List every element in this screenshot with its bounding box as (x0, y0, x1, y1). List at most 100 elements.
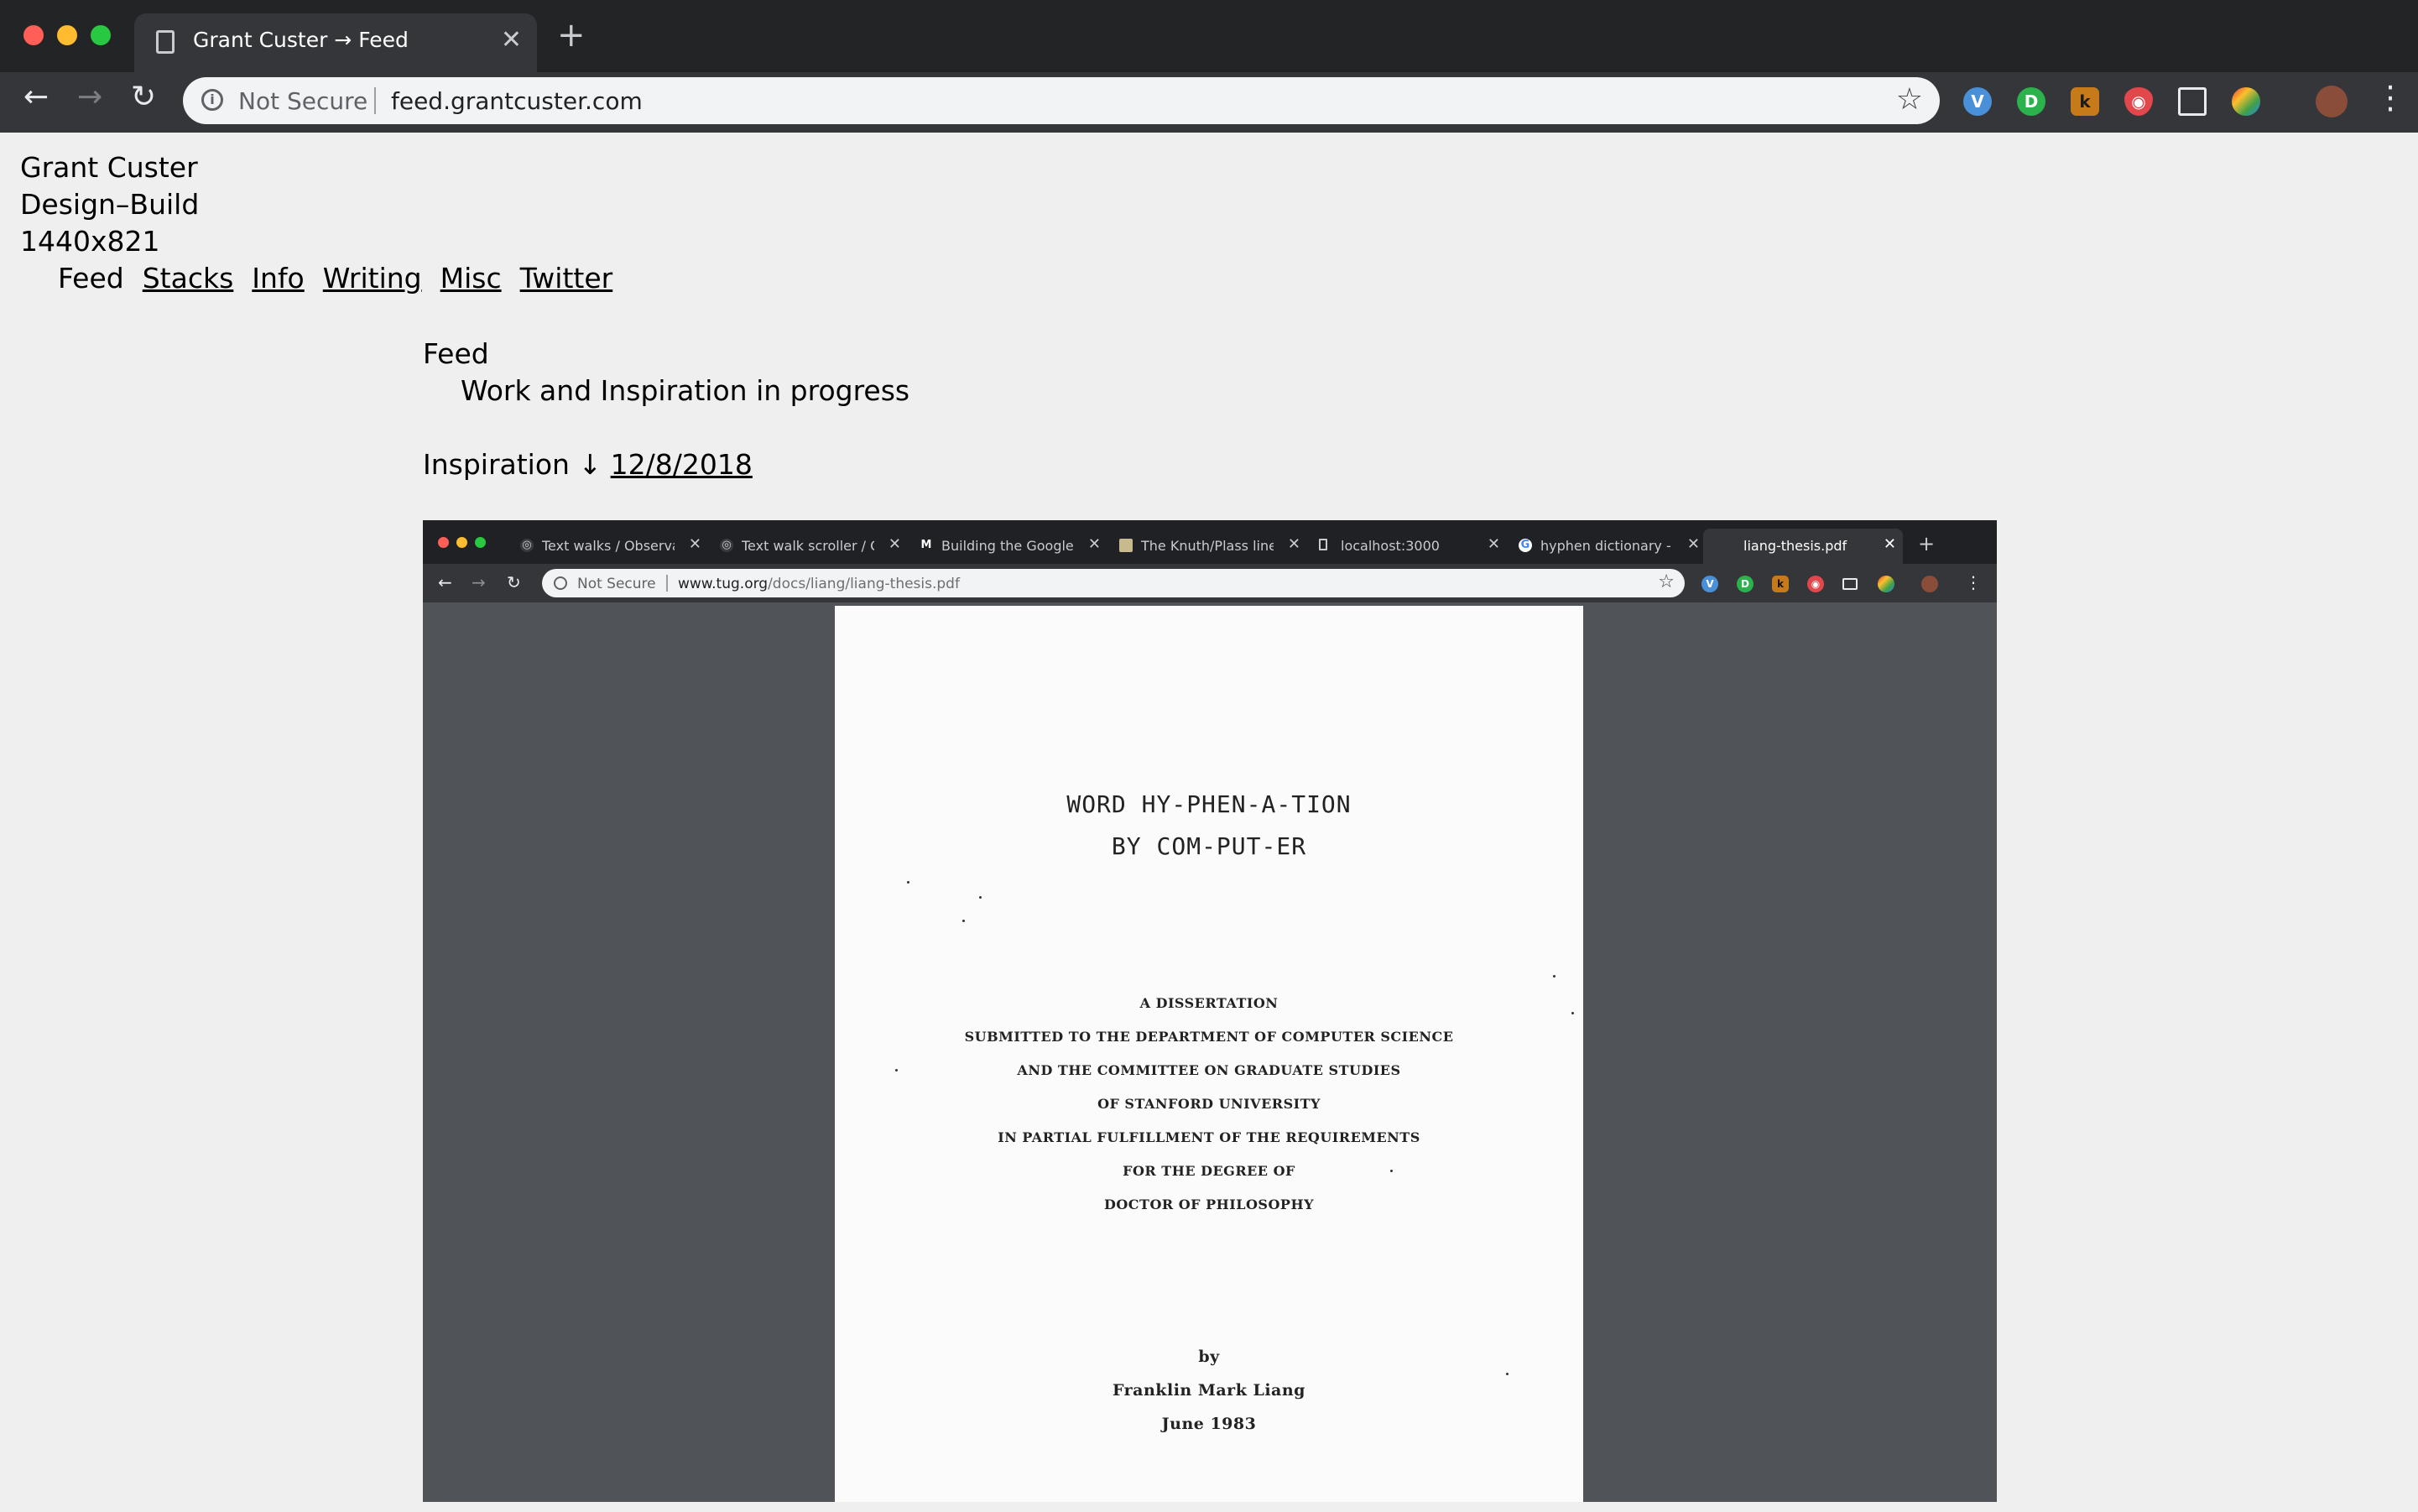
close-icon: ✕ (688, 535, 701, 553)
maximize-window-button[interactable] (91, 25, 111, 45)
back-button[interactable]: ← (23, 82, 49, 112)
screenshot-tab-active: liang-thesis.pdf ✕ (1703, 529, 1903, 564)
scan-speck (1571, 1012, 1574, 1014)
extension-v-icon[interactable]: V (1963, 87, 1992, 116)
feed-subtitle: Work and Inspiration in progress (461, 374, 910, 407)
medium-icon: M (920, 539, 932, 551)
close-icon: ✕ (1487, 535, 1500, 553)
screenshot-titlebar: ◎ Text walks / Observable ✕ ◎ Text walk … (423, 520, 1997, 564)
tab-title: Grant Custer → Feed (193, 28, 409, 52)
extension-k-icon: k (1772, 576, 1789, 592)
pdf-author: Franklin Mark Liang (1113, 1381, 1305, 1400)
site-tagline: Design–Build (20, 188, 200, 221)
info-icon[interactable]: i (201, 89, 223, 111)
feed-entry-heading: Inspiration ↓ 12/8/2018 (423, 448, 753, 481)
screenshot-tab-title: hyphen dictionary - Google Search (1540, 538, 1673, 554)
screenshot-tab: localhost:3000 ✕ (1314, 529, 1507, 564)
observable-icon: ◎ (720, 539, 733, 552)
feed-title: Feed (423, 337, 489, 370)
nav-item-misc[interactable]: Misc (440, 262, 502, 295)
extension-v-icon: V (1701, 576, 1718, 592)
screenshot-maximize-dot (475, 537, 486, 548)
close-window-button[interactable] (23, 25, 44, 45)
close-icon: ✕ (1686, 535, 1700, 553)
security-label: Not Secure (238, 87, 368, 115)
screenshot-new-tab-icon: + (1918, 532, 1936, 555)
nav-item-info[interactable]: Info (252, 262, 304, 295)
google-icon: G (1519, 539, 1532, 552)
picture-in-picture-icon[interactable] (2178, 87, 2207, 116)
screenshot-tab-title: Building the Google Photos Web UI (941, 538, 1074, 554)
document-icon (156, 30, 175, 54)
browser-menu-icon[interactable]: ⋮ (2374, 79, 2406, 116)
entry-date-link[interactable]: 12/8/2018 (611, 448, 753, 481)
bookmark-star-icon[interactable]: ☆ (1896, 82, 1923, 117)
reload-button[interactable]: ↻ (131, 82, 156, 112)
picture-in-picture-icon (1842, 578, 1858, 590)
down-arrow-icon: ↓ (578, 448, 602, 481)
pdf-body-line: SUBMITTED TO THE DEPARTMENT OF COMPUTER … (964, 1029, 1454, 1045)
new-tab-button[interactable]: + (557, 18, 586, 52)
pdf-body-line: DOCTOR OF PHILOSOPHY (1103, 1197, 1314, 1212)
omnibox-separator (666, 575, 668, 592)
nav-item-twitter[interactable]: Twitter (520, 262, 613, 295)
url-text[interactable]: feed.grantcuster.com (391, 87, 643, 115)
pdf-body-line: FOR THE DEGREE OF (1123, 1163, 1295, 1179)
info-icon (554, 576, 567, 590)
screenshot-close-dot (438, 537, 449, 548)
scan-speck (1506, 1373, 1509, 1375)
extension-shield-icon: ◉ (1807, 576, 1824, 592)
pdf-body-line: OF STANFORD UNIVERSITY (1097, 1096, 1321, 1112)
pdf-body-line: AND THE COMMITTEE ON GRADUATE STUDIES (1017, 1062, 1401, 1078)
viewport-size: 1440x821 (20, 225, 160, 258)
screenshot-url-path: /docs/liang/liang-thesis.pdf (768, 576, 960, 592)
extension-color-icon[interactable] (2232, 87, 2260, 116)
close-icon: ✕ (1287, 535, 1300, 553)
nav-item-writing[interactable]: Writing (323, 262, 422, 295)
screenshot-security-label: Not Secure (577, 576, 656, 592)
screenshot-tab-title: liang-thesis.pdf (1743, 538, 1847, 554)
browser-titlebar: Grant Custer → Feed ✕ + (0, 0, 2418, 72)
screenshot-toolbar: ← → ↻ Not Secure www.tug.org/docs/liang/… (423, 564, 1997, 602)
screenshot-tab-title: Text walks / Observable (542, 538, 675, 554)
screenshot-address-bar: Not Secure www.tug.org/docs/liang/liang-… (542, 569, 1685, 597)
address-bar[interactable]: i Not Secure feed.grantcuster.com ☆ (183, 77, 1940, 124)
screenshot-minimize-dot (456, 537, 467, 548)
omnibox-separator (374, 87, 376, 114)
extension-color-icon (1878, 576, 1894, 592)
bookmark-star-icon: ☆ (1658, 571, 1675, 592)
extension-pushbullet-icon: D (1737, 576, 1754, 592)
site-name: Grant Custer (20, 151, 198, 184)
minimize-window-button[interactable] (57, 25, 77, 45)
screenshot-forward-icon: → (472, 572, 486, 592)
menu-icon: ⋮ (1965, 572, 1982, 592)
pdf-date: June 1983 (1161, 1415, 1257, 1433)
extension-shield-icon[interactable]: ◉ (2124, 87, 2153, 116)
screenshot-tab: G hyphen dictionary - Google Search ✕ (1514, 529, 1707, 564)
extension-k-icon[interactable]: k (2071, 87, 2099, 116)
screenshot-url: www.tug.org/docs/liang/liang-thesis.pdf (678, 576, 960, 592)
screenshot-tab-title: Text walk scroller / Observable (742, 538, 874, 554)
pdf-title-line2: BY COM-PUT-ER (1111, 832, 1307, 860)
screenshot-tab-title: The Knuth/Plass line breaking (1141, 538, 1274, 554)
screenshot-tab-title: localhost:3000 (1341, 538, 1440, 554)
nav-item-stacks[interactable]: Stacks (143, 262, 234, 295)
close-icon: ✕ (1087, 535, 1101, 553)
screenshot-back-icon: ← (438, 572, 452, 592)
scan-speck (979, 896, 982, 899)
pdf-page: WORD HY-PHEN-A-TION BY COM-PUT-ER A DISS… (835, 606, 1583, 1502)
close-tab-icon[interactable]: ✕ (501, 25, 522, 55)
profile-avatar[interactable] (2316, 86, 2348, 117)
browser-tab-active[interactable]: Grant Custer → Feed ✕ (134, 13, 537, 72)
pdf-title-line1: WORD HY-PHEN-A-TION (1066, 790, 1352, 818)
browser-toolbar: ← → ↻ i Not Secure feed.grantcuster.com … (0, 72, 2418, 133)
extension-pushbullet-icon[interactable]: D (2017, 87, 2045, 116)
forward-button[interactable]: → (77, 82, 102, 112)
close-icon: ✕ (888, 535, 901, 553)
nav-item-feed: Feed (58, 262, 124, 295)
screenshot-tab: ◎ Text walks / Observable ✕ (515, 529, 708, 564)
screenshot-url-domain: www.tug.org (678, 576, 769, 592)
inspiration-screenshot: ◎ Text walks / Observable ✕ ◎ Text walk … (423, 520, 1997, 1502)
observable-icon: ◎ (520, 539, 534, 552)
site-nav: Feed Stacks Info Writing Misc Twitter (58, 262, 612, 295)
